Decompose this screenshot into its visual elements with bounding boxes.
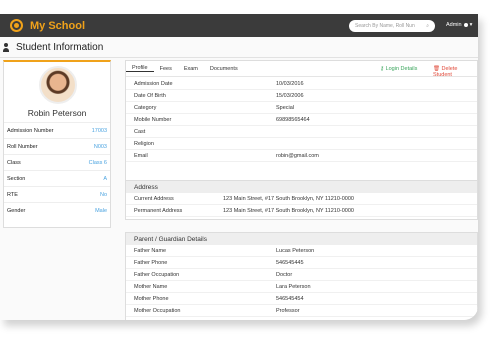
chevron-down-icon: ▾ <box>469 22 473 28</box>
avatar <box>39 66 77 104</box>
tab-fees[interactable]: Fees <box>154 66 178 72</box>
guardian-row: Father Name Lucas Peterson <box>126 245 477 257</box>
search-placeholder: Search By Name, Roll Nun <box>355 23 415 29</box>
detail-row: Mobile Number 69898565464 <box>126 114 477 126</box>
profile-row-admission: Admission Number 17003 <box>4 122 110 138</box>
login-details-button[interactable]: ⚷ Login Details <box>380 66 417 72</box>
detail-row: Email robin@gmail.com <box>126 150 477 162</box>
address-section: Address Current Address 123 Main Street, … <box>125 180 478 220</box>
page-title-text: Student Information <box>16 42 104 53</box>
profile-card: Robin Peterson Admission Number 17003 Ro… <box>3 60 111 228</box>
app-window: My School Search By Name, Roll Nun ⌕ Adm… <box>0 14 478 320</box>
detail-row: Category Special <box>126 102 477 114</box>
tab-documents[interactable]: Documents <box>204 66 244 72</box>
guardian-row: Father Phone 546545445 <box>126 257 477 269</box>
add-user-icon <box>3 43 13 52</box>
student-name: Robin Peterson <box>27 108 87 118</box>
user-label: Admin <box>446 22 462 28</box>
details-panel: Profile Fees Exam Documents ⚷ Login Deta… <box>125 60 478 186</box>
search-input[interactable]: Search By Name, Roll Nun ⌕ <box>349 20 435 32</box>
detail-row: Cast <box>126 126 477 138</box>
profile-row-roll: Roll Number N003 <box>4 138 110 154</box>
tab-exam[interactable]: Exam <box>178 66 204 72</box>
page-title: Student Information <box>3 42 103 53</box>
guardian-section: Parent / Guardian Details Father Name Luc… <box>125 232 478 320</box>
delete-student-button[interactable]: 🗑 Delete Student <box>433 66 477 78</box>
logo[interactable]: My School <box>10 19 85 32</box>
tab-bar: Profile Fees Exam Documents ⚷ Login Deta… <box>126 61 477 78</box>
detail-row: Religion <box>126 138 477 150</box>
guardian-row: Father Occupation Doctor <box>126 269 477 281</box>
top-bar: My School Search By Name, Roll Nun ⌕ Adm… <box>0 14 478 37</box>
address-row: Permanent Address 123 Main Street, #17 So… <box>126 205 477 217</box>
detail-row: Admission Date 10/03/2016 <box>126 78 477 90</box>
profile-row-rte: RTE No <box>4 186 110 202</box>
section-title: Parent / Guardian Details <box>126 233 477 245</box>
divider <box>0 57 478 58</box>
user-icon <box>463 23 468 27</box>
guardian-row: Mother Name Lara Peterson <box>126 281 477 293</box>
school-logo-icon <box>10 19 23 32</box>
tab-profile[interactable]: Profile <box>126 65 154 72</box>
profile-row-class: Class Class 6 <box>4 154 110 170</box>
section-title: Address <box>126 181 477 193</box>
address-row: Current Address 123 Main Street, #17 Sout… <box>126 193 477 205</box>
guardian-row: Mother Occupation Professor <box>126 305 477 317</box>
app-title: My School <box>30 19 86 32</box>
profile-row-section: Section A <box>4 170 110 186</box>
search-icon[interactable]: ⌕ <box>426 23 429 29</box>
detail-row: Date Of Birth 15/03/2006 <box>126 90 477 102</box>
profile-row-gender: Gender Male <box>4 202 110 218</box>
user-menu[interactable]: Admin ▾ <box>446 22 472 28</box>
guardian-row: Mother Phone 546545454 <box>126 293 477 305</box>
